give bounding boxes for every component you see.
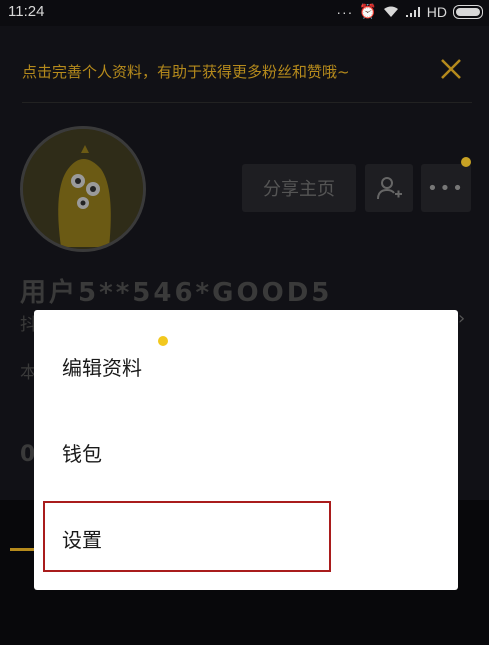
close-icon[interactable] [436,54,466,84]
notification-dots-icon: ··· [336,3,354,20]
status-bar: 11:24 ··· ⏰ HD [0,0,489,26]
divider [22,102,472,103]
notification-dot [461,157,471,167]
network-type: HD [426,3,447,20]
more-button[interactable]: ••• [421,164,471,212]
battery-icon [453,4,483,19]
wifi-icon [383,6,398,17]
menu-item-edit-profile[interactable]: 编辑资料 [62,352,142,381]
notification-dot [158,336,168,346]
chevron-right-icon: › [458,308,466,329]
more-icon: ••• [427,177,465,199]
profile-popup-menu: 编辑资料 钱包 设置 [34,310,458,590]
avatar[interactable] [20,126,146,252]
add-friend-icon [377,177,402,200]
banner-text: 点击完善个人资料，有助于获得更多粉丝和赞哦~ [22,63,350,81]
alarm-icon: ⏰ [359,3,377,19]
add-friend-button[interactable] [365,164,413,212]
username: 用户5**546*GOOD5 [20,278,333,308]
menu-item-wallet[interactable]: 钱包 [62,438,102,467]
share-profile-button[interactable]: 分享主页 [242,164,356,212]
settings-highlight-box [43,501,331,572]
status-time: 11:24 [8,3,45,20]
profile-completion-banner[interactable]: 点击完善个人资料，有助于获得更多粉丝和赞哦~ [0,26,489,106]
avatar-character-icon [23,129,143,249]
signal-icon [405,6,420,17]
status-icons: ··· ⏰ HD [336,3,483,20]
